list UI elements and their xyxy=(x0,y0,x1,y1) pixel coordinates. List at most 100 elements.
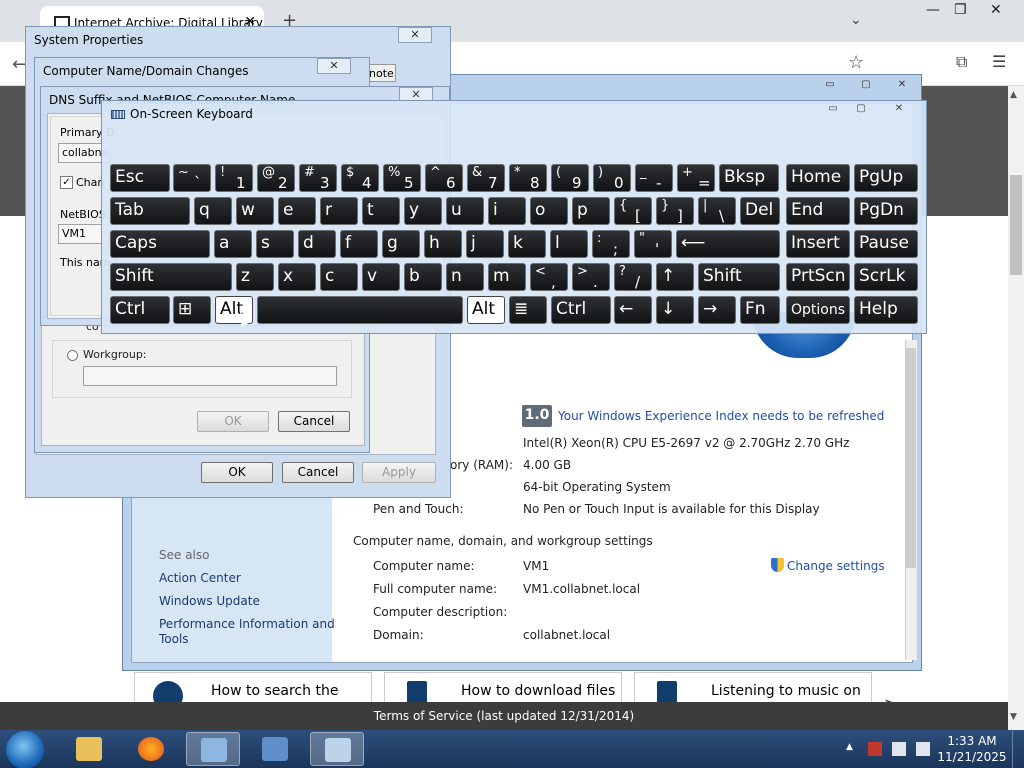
cancel-button[interactable]: Cancel xyxy=(278,411,350,432)
key-r2k4[interactable]: f xyxy=(340,230,378,258)
show-desktop-button[interactable] xyxy=(1012,730,1024,768)
performance-link-tools[interactable]: Tools xyxy=(159,632,189,646)
key-r2k14[interactable]: Pause xyxy=(854,230,918,258)
action-center-link[interactable]: Action Center xyxy=(159,571,241,585)
taskbar-explorer[interactable] xyxy=(62,732,116,766)
ok-button[interactable]: OK xyxy=(201,462,273,483)
key-r0k11[interactable]: ) 0 xyxy=(593,164,631,192)
key-r1k13[interactable]: | \ xyxy=(698,197,736,225)
key-r1k0[interactable]: Tab xyxy=(110,197,190,225)
key-r1k5[interactable]: t xyxy=(362,197,400,225)
key-r0k8[interactable]: & 7 xyxy=(467,164,505,192)
key-r1k2[interactable]: w xyxy=(236,197,274,225)
close-icon[interactable]: ✕ xyxy=(885,79,919,93)
key-r4k1[interactable]: ⊞ xyxy=(173,296,211,324)
restore-icon[interactable]: ▢ xyxy=(849,79,883,93)
close-icon[interactable]: ✕ xyxy=(398,27,432,43)
key-r0k3[interactable]: @2 xyxy=(257,164,295,192)
key-r0k10[interactable]: (9 xyxy=(551,164,589,192)
bookmark-star-icon[interactable]: ☆ xyxy=(848,52,864,73)
restore-icon[interactable]: ▢ xyxy=(848,103,874,117)
key-r2k7[interactable]: j xyxy=(466,230,504,258)
key-r4k8[interactable]: ↓ xyxy=(656,296,694,324)
taskbar-osk[interactable] xyxy=(310,732,364,766)
apply-button[interactable]: Apply xyxy=(362,462,436,483)
change-settings-link[interactable]: Change settings xyxy=(787,559,885,573)
key-r4k12[interactable]: Help xyxy=(854,296,918,324)
key-r2k13[interactable]: Insert xyxy=(786,230,850,258)
scroll-down-icon[interactable]: ▼ xyxy=(1010,712,1017,722)
key-r2k6[interactable]: h xyxy=(424,230,462,258)
key-r2k10[interactable]: :; xyxy=(592,230,630,258)
taskbar-firefox[interactable] xyxy=(124,732,178,766)
ok-button[interactable]: OK xyxy=(197,411,269,432)
key-r1k1[interactable]: q xyxy=(194,197,232,225)
cancel-button[interactable]: Cancel xyxy=(282,462,354,483)
key-r1k10[interactable]: p xyxy=(572,197,610,225)
page-scroll-thumb[interactable] xyxy=(1010,175,1022,275)
key-r3k6[interactable]: n xyxy=(446,263,484,291)
key-r0k13[interactable]: + = xyxy=(677,164,715,192)
taskbar-system[interactable] xyxy=(248,732,302,766)
key-r4k0[interactable]: Ctrl xyxy=(110,296,170,324)
key-r1k12[interactable]: }] xyxy=(656,197,694,225)
remote-tab[interactable]: note xyxy=(366,64,396,82)
key-r0k12[interactable]: _ - xyxy=(635,164,673,192)
key-r3k11[interactable]: ↑ xyxy=(656,263,694,291)
key-r2k1[interactable]: a xyxy=(214,230,252,258)
help-card[interactable]: How to download files xyxy=(384,672,622,711)
key-r0k15[interactable]: Home xyxy=(786,164,850,192)
key-r1k3[interactable]: e xyxy=(278,197,316,225)
workgroup-input[interactable] xyxy=(83,366,337,386)
key-r4k10[interactable]: Fn xyxy=(740,296,780,324)
action-center-flag-icon[interactable] xyxy=(868,742,882,756)
key-r1k15[interactable]: End xyxy=(786,197,850,225)
windows-update-link[interactable]: Windows Update xyxy=(159,594,260,608)
key-r1k11[interactable]: {[ xyxy=(614,197,652,225)
key-r3k2[interactable]: x xyxy=(278,263,316,291)
wei-refresh-link[interactable]: Your Windows Experience Index needs to b… xyxy=(558,409,884,423)
menu-icon[interactable]: ☰ xyxy=(992,52,1006,71)
key-r1k8[interactable]: i xyxy=(488,197,526,225)
volume-muted-icon[interactable] xyxy=(916,742,930,756)
key-r2k5[interactable]: g xyxy=(382,230,420,258)
system-scroll-thumb[interactable] xyxy=(906,348,916,568)
key-r2k2[interactable]: s xyxy=(256,230,294,258)
key-r0k5[interactable]: $4 xyxy=(341,164,379,192)
minimize-icon[interactable]: — xyxy=(926,2,940,18)
key-r2k3[interactable]: d xyxy=(298,230,336,258)
key-r3k3[interactable]: c xyxy=(320,263,358,291)
key-r3k1[interactable]: z xyxy=(236,263,274,291)
key-r0k9[interactable]: * 8 xyxy=(509,164,547,192)
key-r2k12[interactable]: ⟵ xyxy=(676,230,780,258)
tab-search-chevron-icon[interactable]: ⌄ xyxy=(850,12,862,28)
key-r4k6[interactable]: Ctrl xyxy=(551,296,611,324)
key-r4k9[interactable]: → xyxy=(698,296,736,324)
key-r0k14[interactable]: Bksp xyxy=(719,164,779,192)
key-r3k9[interactable]: >. xyxy=(572,263,610,291)
key-r1k6[interactable]: y xyxy=(404,197,442,225)
network-icon[interactable] xyxy=(892,742,906,756)
minimize-icon[interactable]: ▭ xyxy=(820,103,846,117)
key-r2k9[interactable]: l xyxy=(550,230,588,258)
key-r3k7[interactable]: m xyxy=(488,263,526,291)
tray-expand-icon[interactable]: ▲ xyxy=(846,742,853,752)
key-r3k10[interactable]: ? / xyxy=(614,263,652,291)
key-r3k5[interactable]: b xyxy=(404,263,442,291)
key-r1k14[interactable]: Del xyxy=(740,197,780,225)
extensions-icon[interactable]: ⧉ xyxy=(956,52,967,72)
help-card[interactable]: Listening to music on xyxy=(634,672,872,711)
key-r0k7[interactable]: ^ 6 xyxy=(425,164,463,192)
help-card[interactable]: How to search the xyxy=(134,672,372,711)
key-r0k0[interactable]: Esc xyxy=(110,164,170,192)
key-r0k2[interactable]: ! 1 xyxy=(215,164,253,192)
minimize-icon[interactable]: ▭ xyxy=(813,79,847,93)
workgroup-radio[interactable] xyxy=(67,350,78,361)
key-r3k8[interactable]: <, xyxy=(530,263,568,291)
key-r3k13[interactable]: PrtScn xyxy=(786,263,850,291)
key-r3k12[interactable]: Shift xyxy=(698,263,780,291)
key-space[interactable] xyxy=(257,296,463,324)
key-r4k11[interactable]: Options xyxy=(786,296,850,324)
close-icon[interactable]: ✕ xyxy=(886,103,912,117)
close-icon[interactable]: ✕ xyxy=(990,2,1002,18)
